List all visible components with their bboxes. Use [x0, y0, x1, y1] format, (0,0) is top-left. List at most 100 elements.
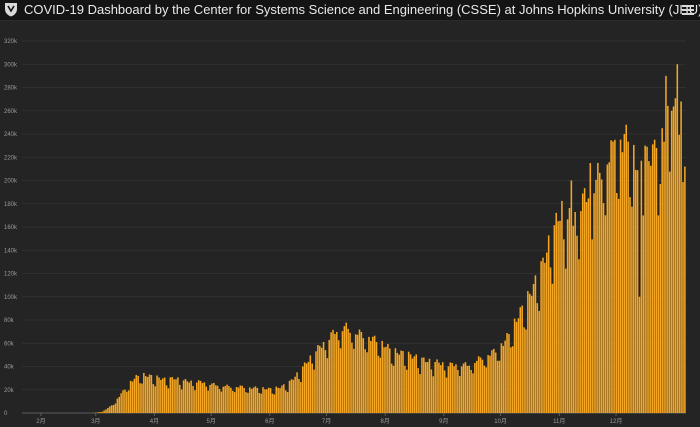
data-bar: [233, 392, 236, 413]
data-bar: [165, 385, 168, 413]
data-bar: [491, 350, 493, 413]
data-bar: [438, 362, 440, 413]
data-bar: [600, 179, 603, 413]
data-bar: [680, 101, 682, 413]
data-bar: [627, 141, 629, 413]
data-bar: [504, 340, 506, 413]
data-bar: [252, 387, 255, 413]
data-bar: [330, 332, 332, 413]
daily-cases-bar-chart: 0 20k 40k 60k 80k 100k 120k 140k 160k 180k 200k 220…: [4, 39, 686, 425]
data-bar: [186, 381, 189, 413]
data-bar: [319, 345, 321, 413]
data-bar: [105, 409, 107, 413]
data-bar: [415, 354, 418, 413]
data-bar: [523, 327, 525, 413]
data-bar: [585, 202, 588, 413]
y-tick-label: 180k: [4, 202, 18, 208]
data-bar: [517, 318, 520, 413]
y-tick-label: 60k: [4, 341, 15, 347]
data-bar: [196, 382, 198, 413]
data-bar: [536, 303, 539, 413]
data-bar: [670, 110, 673, 413]
data-bar: [421, 357, 423, 413]
data-bar: [112, 405, 115, 413]
data-bar: [118, 396, 121, 413]
data-bar: [455, 364, 457, 413]
data-bar: [668, 171, 671, 413]
data-bar: [612, 141, 614, 414]
data-bar: [334, 334, 336, 413]
data-bar: [580, 211, 582, 413]
data-bar: [226, 384, 228, 413]
data-bar: [269, 388, 272, 413]
data-bar: [190, 380, 192, 413]
data-bar: [237, 387, 240, 413]
data-bar: [390, 363, 393, 413]
data-bar: [99, 412, 102, 413]
data-bar: [566, 219, 569, 413]
data-bar: [230, 387, 232, 413]
data-bar: [262, 387, 264, 413]
data-bar: [324, 350, 327, 413]
data-bar: [336, 331, 338, 413]
data-bar: [317, 345, 319, 413]
data-bar: [366, 352, 368, 413]
data-bar: [428, 358, 431, 413]
data-bar: [180, 389, 183, 413]
data-bar: [667, 105, 669, 413]
data-bar: [646, 146, 648, 413]
data-bar: [103, 410, 105, 413]
data-bar: [271, 393, 274, 413]
data-bar: [175, 379, 177, 413]
data-bar: [356, 334, 359, 413]
data-bar: [213, 382, 215, 413]
x-tick-label: 12月: [610, 418, 623, 425]
data-bar: [110, 405, 113, 413]
data-bar: [674, 98, 677, 413]
data-bar: [419, 374, 421, 413]
data-bar: [116, 398, 119, 413]
data-bar: [653, 139, 656, 413]
data-bar: [341, 331, 344, 413]
data-bar: [655, 147, 658, 413]
data-bar: [284, 390, 287, 413]
y-tick-label: 220k: [4, 155, 18, 161]
data-bar: [593, 193, 595, 413]
data-bar: [663, 141, 665, 413]
data-bar: [525, 329, 527, 413]
data-bar: [483, 365, 486, 413]
hamburger-menu-icon[interactable]: [682, 3, 694, 16]
data-bar: [574, 212, 576, 413]
data-bar: [231, 390, 234, 413]
data-bar: [485, 367, 488, 413]
data-bar: [133, 378, 136, 413]
data-bar: [203, 382, 206, 413]
data-bar: [546, 252, 548, 413]
x-tick-label: 8月: [381, 418, 390, 425]
data-bar: [676, 64, 679, 413]
data-bar: [534, 275, 537, 413]
data-bar: [109, 406, 111, 413]
data-bar: [476, 360, 478, 413]
data-bar: [623, 133, 626, 413]
data-bar: [659, 183, 662, 413]
data-bar: [266, 389, 268, 413]
data-bar: [127, 390, 130, 413]
data-bar: [163, 377, 166, 413]
data-bar: [648, 161, 650, 413]
data-bar: [400, 350, 402, 413]
data-bar: [194, 390, 196, 413]
data-bar: [402, 351, 404, 413]
data-bar: [608, 162, 610, 413]
data-bar: [311, 363, 313, 413]
data-bar: [570, 180, 573, 413]
data-bar: [362, 338, 365, 413]
data-bar: [148, 374, 151, 413]
y-tick-label: 120k: [4, 272, 18, 278]
data-bar: [373, 335, 376, 413]
data-bar: [315, 351, 317, 413]
data-bar: [462, 363, 465, 413]
data-bar: [192, 385, 194, 413]
data-bar: [345, 322, 348, 413]
data-bar: [131, 381, 134, 413]
